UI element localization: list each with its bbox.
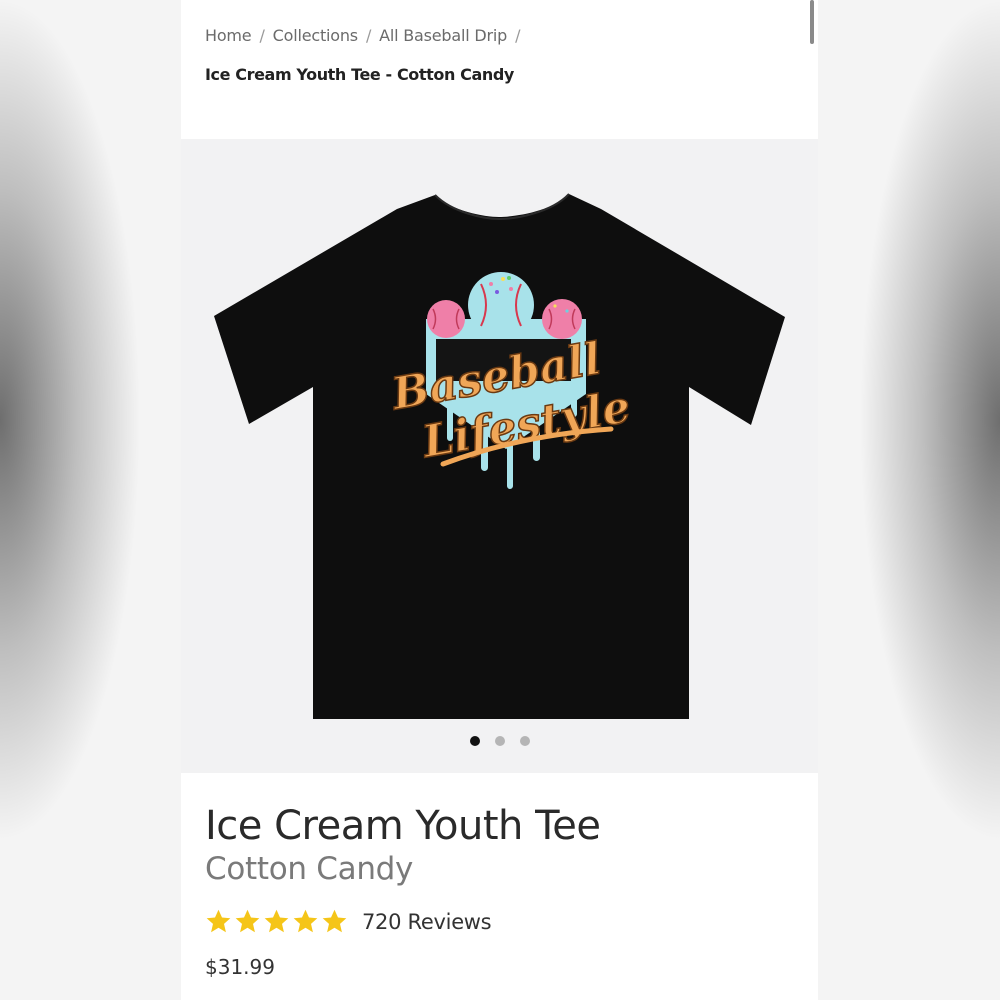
- right-backdrop: [818, 0, 1000, 1000]
- product-image-gallery[interactable]: Baseball Lifestyle: [181, 139, 818, 773]
- product-page: Home / Collections / All Baseball Drip / Ice …: [181, 0, 818, 1000]
- star-icon: [206, 909, 231, 933]
- carousel-dots: [181, 736, 818, 748]
- breadcrumb-separator: /: [515, 26, 521, 45]
- breadcrumb-separator: /: [365, 26, 372, 45]
- blue-scoop-graphic: [468, 272, 534, 338]
- breadcrumb-collections-link[interactable]: Collections: [273, 26, 358, 45]
- pink-scoop-left-graphic: [427, 300, 465, 338]
- star-rating: [205, 908, 348, 935]
- page-scrollbar[interactable]: [810, 0, 814, 44]
- breadcrumb-home-link[interactable]: Home: [205, 26, 252, 45]
- carousel-dot-2[interactable]: [494, 736, 505, 746]
- star-icon: [235, 909, 260, 933]
- breadcrumb: Home / Collections / All Baseball Drip /: [205, 26, 528, 45]
- breadcrumb-separator: /: [259, 26, 265, 45]
- left-backdrop: [0, 0, 181, 1000]
- product-rating[interactable]: 720 Reviews: [205, 908, 492, 935]
- breadcrumb-current: Ice Cream Youth Tee - Cotton Candy: [205, 65, 514, 84]
- breadcrumb-all-baseball-drip-link[interactable]: All Baseball Drip: [379, 26, 507, 45]
- carousel-dot-1[interactable]: [469, 736, 480, 746]
- star-icon: [322, 909, 347, 933]
- product-price: $31.99: [205, 955, 275, 979]
- star-icon: [293, 909, 318, 933]
- product-image: Baseball Lifestyle: [214, 193, 785, 719]
- product-title: Ice Cream Youth Tee: [205, 803, 601, 849]
- pink-scoop-right-graphic: [542, 299, 582, 339]
- reviews-link[interactable]: 720 Reviews: [362, 910, 492, 934]
- carousel-dot-3[interactable]: [519, 736, 530, 746]
- star-icon: [264, 909, 289, 933]
- product-variant: Cotton Candy: [205, 851, 414, 887]
